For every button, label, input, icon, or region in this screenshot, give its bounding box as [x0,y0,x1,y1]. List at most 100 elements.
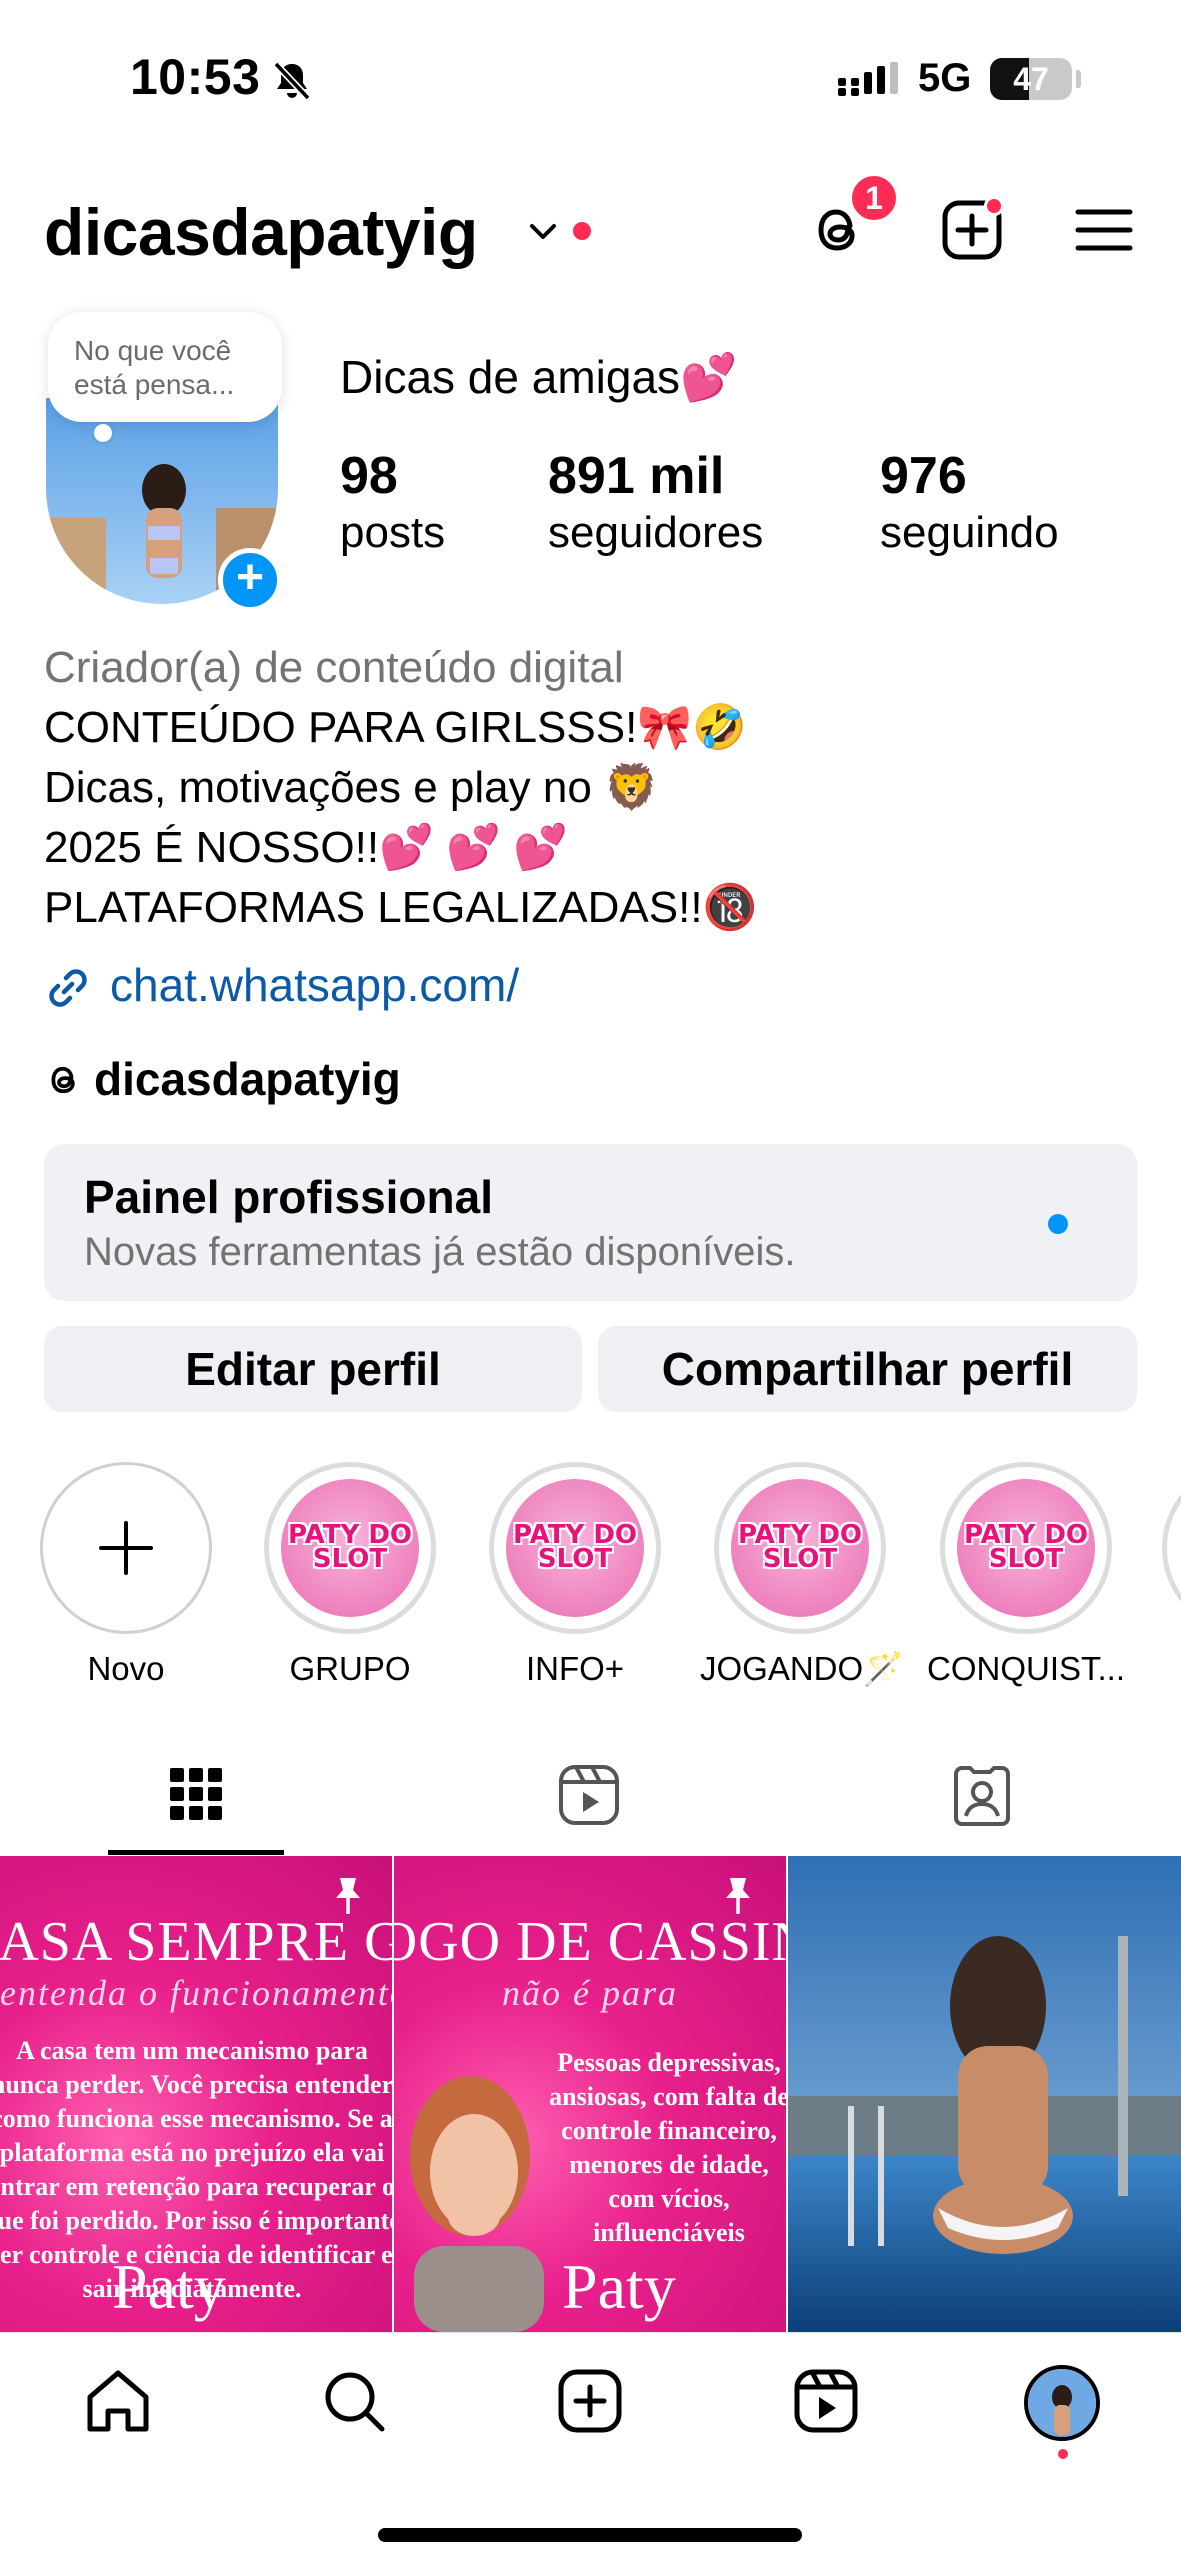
bio-link-text[interactable]: chat.whatsapp.com/ [110,958,519,1012]
create-notification-dot [984,196,1004,216]
panel-subtitle: Novas ferramentas já estão disponíveis. [84,1230,796,1274]
tab-tagged[interactable] [788,1750,1181,1856]
post-subline: entenda o funcionamento [0,1973,392,2013]
note-bubble-tail [94,424,112,442]
highlight-new[interactable]: Novo [36,1462,216,1688]
edit-profile-button[interactable]: Editar perfil [44,1326,582,1412]
professional-dashboard[interactable]: Painel profissional Novas ferramentas já… [44,1144,1137,1301]
home-indicator[interactable] [378,2528,802,2542]
post-tile[interactable]: JOGO DE CASSINO não é para Pessoas depre… [394,1856,786,2332]
post-brand: Paty [112,2251,226,2322]
status-time: 10:53 [130,49,261,105]
bio-line: Dicas, motivações e play no 🦁 [44,763,659,812]
post-photo-woman [410,2076,544,2332]
highlight-conquistas[interactable]: PATY DO SLOT CONQUIST... [926,1462,1126,1688]
nav-avatar-photo [1028,2369,1096,2437]
highlight-label: JOGANDO🪄 [700,1650,900,1687]
menu-icon[interactable] [1072,198,1136,262]
search-icon[interactable] [316,2363,392,2439]
plus-icon [99,1521,153,1575]
highlight-partial[interactable] [1162,1462,1181,1634]
battery-text: 47 [1013,61,1049,97]
panel-title: Painel profissional [84,1171,493,1223]
followers-stat[interactable]: 891 mil seguidores [548,446,763,560]
link-icon [49,969,87,1007]
post-tile[interactable]: CASA SEMPRE GANHA entenda o funcionament… [0,1856,392,2332]
post-headline: CASA SEMPRE GANHA [0,1911,392,1973]
chevron-down-icon[interactable] [528,218,558,244]
username-switcher[interactable]: dicasdapatyig [44,194,478,270]
posts-grid: CASA SEMPRE GANHA entenda o funcionament… [0,1856,1181,2332]
highlight-ring: PATY DO SLOT [714,1462,886,1634]
highlight-logo: PATY DO SLOT [287,1520,413,1574]
highlight-label: GRUPO [289,1650,411,1687]
highlight-cover: PATY DO SLOT [281,1479,419,1617]
threads-handle[interactable]: dicasdapatyig [94,1052,401,1106]
home-icon[interactable] [80,2363,156,2439]
highlight-ring: PATY DO SLOT [940,1462,1112,1634]
new-highlight-ring [40,1462,212,1634]
following-label: seguindo [880,508,1059,557]
followers-label: seguidores [548,508,764,557]
highlight-logo: PATY DO SLOT [512,1520,638,1574]
bio: Criador(a) de conteúdo digital CONTEÚDO … [44,638,1144,938]
highlight-grupo[interactable]: PATY DO SLOT GRUPO [260,1462,440,1688]
post-tile[interactable] [788,1856,1181,2332]
highlight-cover: PATY DO SLOT [731,1479,869,1617]
highlight-label: Novo [87,1650,165,1687]
reels-icon [559,1765,619,1825]
highlight-cover: PATY DO SLOT [506,1479,644,1617]
posts-stat[interactable]: 98 posts [340,446,445,560]
grid-icon [170,1768,222,1820]
bio-category: Criador(a) de conteúdo digital [44,643,624,692]
highlight-ring: PATY DO SLOT [264,1462,436,1634]
add-story-button[interactable]: + [218,548,282,612]
pin-icon [336,1878,360,1914]
account-notification-dot [573,222,591,240]
battery-icon: 47 [990,58,1072,100]
highlight-label: INFO+ [525,1650,625,1687]
bio-line: CONTEÚDO PARA GIRLSSS!🎀🤣 [44,703,747,752]
share-profile-button[interactable]: Compartilhar perfil [598,1326,1137,1412]
bio-line: 2025 É NOSSO!!💕 💕 💕 [44,823,568,872]
post-brand: Paty [562,2251,676,2322]
battery-cap [1076,70,1081,88]
profile-notification-dot [1058,2449,1068,2459]
following-stat[interactable]: 976 seguindo [880,446,1059,560]
highlight-logo: PATY DO SLOT [963,1520,1089,1574]
threads-badge: 1 [848,172,900,224]
post-body: Pessoas depressivas, ansiosas, com falta… [549,2048,786,2247]
following-count: 976 [880,447,967,505]
network-type: 5G [918,56,972,100]
post-subline: não é para [502,1973,678,2013]
posts-label: posts [340,508,446,557]
tab-reels[interactable] [394,1750,787,1856]
active-tab-underline [108,1850,284,1855]
bio-line: PLATAFORMAS LEGALIZADAS!!🔞 [44,883,758,932]
highlight-ring: PATY DO SLOT [489,1462,661,1634]
highlight-cover: PATY DO SLOT [957,1479,1095,1617]
bell-slash-icon [273,61,311,101]
create-icon[interactable] [552,2363,628,2439]
display-name: Dicas de amigas💕 [340,351,738,403]
tagged-icon [954,1766,1010,1826]
post-photo-pool [788,1856,1181,2332]
signal-bars-icon [838,62,898,96]
highlight-label: CONQUIST... [926,1650,1126,1687]
reels-icon[interactable] [788,2363,864,2439]
post-headline: JOGO DE CASSINO [394,1911,786,1973]
highlight-ring [1162,1462,1181,1634]
profile-avatar[interactable] [1024,2365,1100,2441]
highlight-jogando[interactable]: PATY DO SLOT JOGANDO🪄 [700,1462,900,1689]
highlight-logo: PATY DO SLOT [737,1520,863,1574]
status-bar: 10:53 5G 47 [0,0,1181,160]
bottom-nav [0,2332,1181,2560]
tab-posts[interactable] [0,1750,393,1856]
highlight-info[interactable]: PATY DO SLOT INFO+ [485,1462,665,1688]
followers-count: 891 mil [548,447,725,505]
threads-icon [51,1066,75,1094]
panel-notification-dot [1048,1214,1068,1234]
content-tabs [0,1750,1181,1856]
note-bubble[interactable]: No que você está pensa... [48,312,282,422]
posts-count: 98 [340,447,398,505]
